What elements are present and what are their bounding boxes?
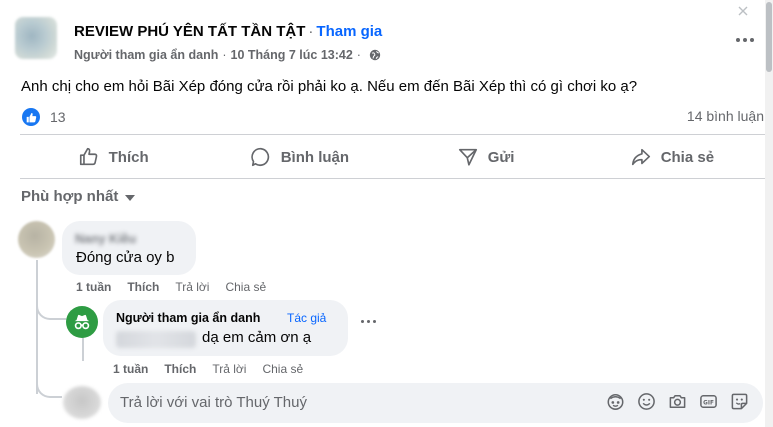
comment-like-button[interactable]: Thích — [127, 280, 159, 294]
post-body-text: Anh chị cho em hỏi Bãi Xép đóng cửa rồi … — [21, 78, 638, 95]
composer-toolbar: GIF — [606, 392, 749, 411]
like-button-label: Thích — [108, 148, 149, 166]
anonymous-avatar[interactable] — [66, 306, 98, 338]
emoji-icon[interactable] — [637, 392, 656, 411]
share-button[interactable]: Chia sẻ — [579, 136, 765, 178]
post-card: REVIEW PHÚ YÊN TẤT TẦN TẬT · Tham gia Ngườ… — [0, 0, 765, 427]
header-separator: · — [308, 23, 314, 40]
reply-input[interactable] — [120, 394, 590, 411]
reaction-count: 13 — [50, 109, 66, 125]
sticker-icon[interactable] — [730, 392, 749, 411]
join-group-link[interactable]: Tham gia — [316, 23, 382, 40]
comment-time[interactable]: 1 tuần — [113, 362, 148, 376]
comment-text: Đóng cửa oy b — [76, 249, 175, 266]
comment-share-button[interactable]: Chia sẻ — [225, 280, 266, 294]
comment-meta: 1 tuần Thích Trả lời Chia sẻ — [76, 280, 266, 294]
group-avatar[interactable] — [15, 17, 57, 59]
comment-button[interactable]: Bình luận — [206, 136, 392, 178]
send-icon — [458, 148, 477, 166]
comment-author[interactable]: Người tham gia ẩn danh — [116, 311, 260, 325]
comment-bubble — [62, 221, 196, 275]
post-header-title: REVIEW PHÚ YÊN TẤT TẦN TẬT · Tham gia — [74, 23, 382, 40]
comment-icon — [250, 147, 269, 167]
post-meta: Người tham gia ẩn danh · 10 Tháng 7 lúc … — [74, 48, 381, 62]
author-badge: Tác giả — [287, 311, 327, 325]
commenter-avatar[interactable] — [18, 221, 55, 258]
share-icon — [631, 148, 650, 166]
reaction-summary[interactable]: 13 — [22, 108, 66, 126]
meta-separator-2: · — [356, 48, 361, 62]
globe-icon — [369, 49, 381, 61]
send-button[interactable]: Gửi — [393, 136, 579, 178]
comment-options-icon[interactable] — [361, 320, 376, 323]
chevron-down-icon — [125, 194, 136, 201]
comment-author[interactable]: Nany Kiều — [75, 232, 136, 246]
comment-time[interactable]: 1 tuần — [76, 280, 111, 294]
comment-reply-button[interactable]: Trả lời — [175, 280, 209, 294]
current-user-avatar[interactable] — [63, 386, 101, 419]
comment-share-button[interactable]: Chia sẻ — [262, 362, 303, 376]
avatar-sticker-icon[interactable] — [606, 392, 625, 411]
share-button-label: Chia sẻ — [660, 148, 715, 166]
reply-thread-line — [82, 335, 84, 361]
like-reaction-icon — [22, 108, 40, 126]
scrollbar-thumb[interactable] — [766, 2, 772, 72]
send-button-label: Gửi — [487, 148, 515, 166]
camera-icon[interactable] — [668, 392, 687, 411]
post-author[interactable]: Người tham gia ẩn danh — [74, 48, 218, 62]
like-button[interactable]: Thích — [20, 136, 206, 178]
thread-connector — [36, 374, 62, 398]
mention-tag[interactable] — [116, 331, 196, 348]
divider — [20, 178, 765, 179]
gif-icon[interactable]: GIF — [699, 392, 718, 411]
divider — [20, 134, 765, 135]
sort-label: Phù hợp nhất — [21, 188, 119, 205]
comment-count-link[interactable]: 14 bình luận — [687, 108, 764, 124]
like-icon — [79, 147, 97, 166]
post-timestamp[interactable]: 10 Tháng 7 lúc 13:42 — [231, 48, 353, 62]
comment-meta: 1 tuần Thích Trả lời Chia sẻ — [113, 362, 303, 376]
comment-sort-dropdown[interactable]: Phù hợp nhất — [21, 188, 136, 205]
incognito-icon — [74, 314, 90, 330]
comment-button-label: Bình luận — [280, 148, 350, 166]
group-name-link[interactable]: REVIEW PHÚ YÊN TẤT TẦN TẬT — [74, 23, 305, 40]
svg-text:GIF: GIF — [703, 400, 714, 406]
meta-separator: · — [222, 48, 227, 62]
comment-reply-button[interactable]: Trả lời — [212, 362, 246, 376]
post-action-bar: Thích Bình luận Gửi Chia sẻ — [20, 136, 765, 178]
comment-like-button[interactable]: Thích — [164, 362, 196, 376]
comment-text: dạ em cảm ơn ạ — [202, 329, 312, 346]
close-icon[interactable] — [736, 4, 750, 16]
more-horizontal-icon[interactable] — [733, 33, 757, 47]
thread-connector — [36, 290, 66, 320]
